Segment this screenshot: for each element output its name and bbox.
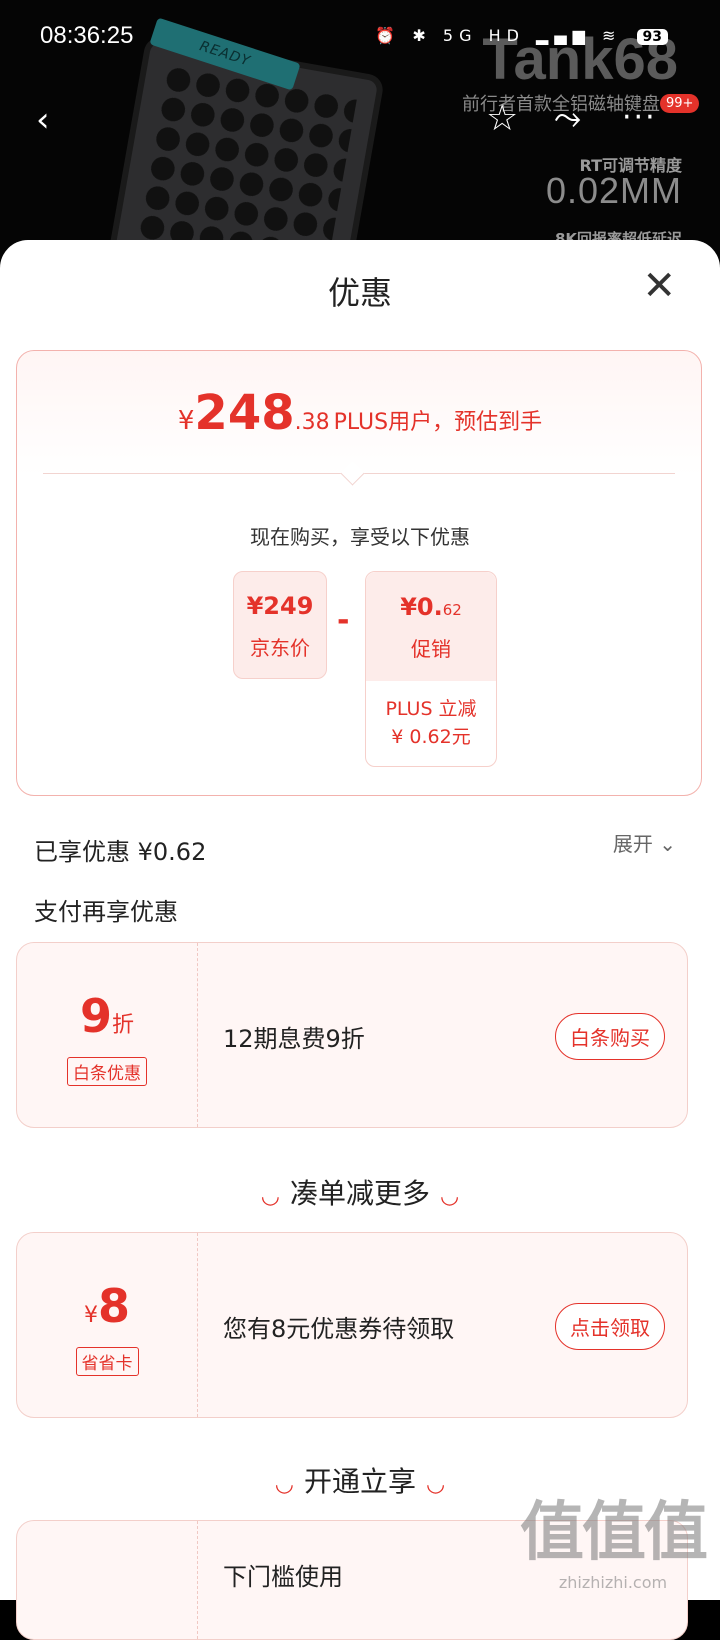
back-icon[interactable]: ‹ [36,100,50,140]
share-icon[interactable]: ⤳ [554,98,581,138]
status-bar: 08:36:25 ⏰ ✱ 5G HD ▂▄▆ ≋ 93 [0,0,720,72]
sheet-title: 优惠 [327,274,392,312]
offer-tag: 白条优惠 [67,1057,147,1086]
expand-button[interactable]: 展开 ⌄ [613,828,676,857]
buy-now-text: 现在购买，享受以下优惠 [250,525,470,549]
jd-price-box: ¥249 京东价 [233,571,327,679]
estimate-decimal: .38 [294,410,330,435]
smile-icon: ◡ [260,1184,280,1209]
claim-coupon-button[interactable]: 点击领取 [555,1303,665,1350]
coupon-value: ¥8 [83,1279,130,1333]
enjoyed-discount: 已享优惠 ¥0.62 [34,838,207,866]
offer-description: 下门槛使用 [223,1563,343,1591]
coupon-offer-card: ¥8 省省卡 您有8元优惠券待领取 点击领取 [16,1232,688,1418]
smile-icon: ◡ [440,1184,460,1209]
minus-sign: - [337,603,350,638]
baitiao-buy-button[interactable]: 白条购买 [555,1013,665,1060]
spec-value: 0.02MM [545,170,682,211]
site-watermark: 值值值 zhizhizhi.com [520,1496,708,1592]
offer-description: 您有8元优惠券待领取 [223,1315,455,1343]
offer-tag: 省省卡 [75,1347,139,1376]
favorite-star-icon[interactable]: ☆ [486,98,518,139]
battery-icon: 93 [636,29,668,45]
close-icon[interactable]: ✕ [642,266,676,306]
promo-box: ¥0.62 促销 PLUS 立减 ¥ 0.62元 [365,571,497,767]
status-icons: ⏰ ✱ 5G HD ▂▄▆ ≋ 93 [375,26,668,45]
estimated-price: ¥248.38 PLUS用户，预估到手 [17,385,703,441]
promo-value: ¥0.62 [400,593,462,621]
signal-icons: ⏰ ✱ 5G HD ▂▄▆ ≋ [375,26,622,45]
estimate-label: PLUS用户，预估到手 [333,410,543,435]
offer-description: 12期息费9折 [223,1025,365,1053]
plus-discount: PLUS 立减 ¥ 0.62元 [385,698,477,748]
status-time: 08:36:25 [40,22,134,49]
message-badge: 99+ [660,94,700,113]
dashed-separator [197,1521,198,1639]
divider-notch [340,461,365,486]
dashed-separator [197,1233,198,1417]
price-estimate-card: ¥248.38 PLUS用户，预估到手 现在购买，享受以下优惠 ¥249 京东价 … [16,350,702,796]
pay-discount-title: 支付再享优惠 [34,898,178,926]
jd-price-value: ¥249 [246,592,314,620]
jd-price-label: 京东价 [250,636,310,660]
baitiao-offer-card: 9折 白条优惠 12期息费9折 白条购买 [16,942,688,1128]
section-title-combine: ◡ 凑单减更多 ◡ [260,1177,460,1210]
smile-icon: ◡ [274,1472,294,1497]
promo-label: 促销 [411,637,451,661]
currency-symbol: ¥ [177,406,195,436]
smile-icon: ◡ [426,1472,446,1497]
dashed-separator [197,943,198,1127]
more-icon[interactable]: ··· [622,100,657,135]
discount-sheet: 优惠 ✕ ¥248.38 PLUS用户，预估到手 现在购买，享受以下优惠 ¥249… [0,240,720,1640]
offer-discount-value: 9折 [79,989,135,1043]
estimate-integer: 248 [194,385,295,441]
